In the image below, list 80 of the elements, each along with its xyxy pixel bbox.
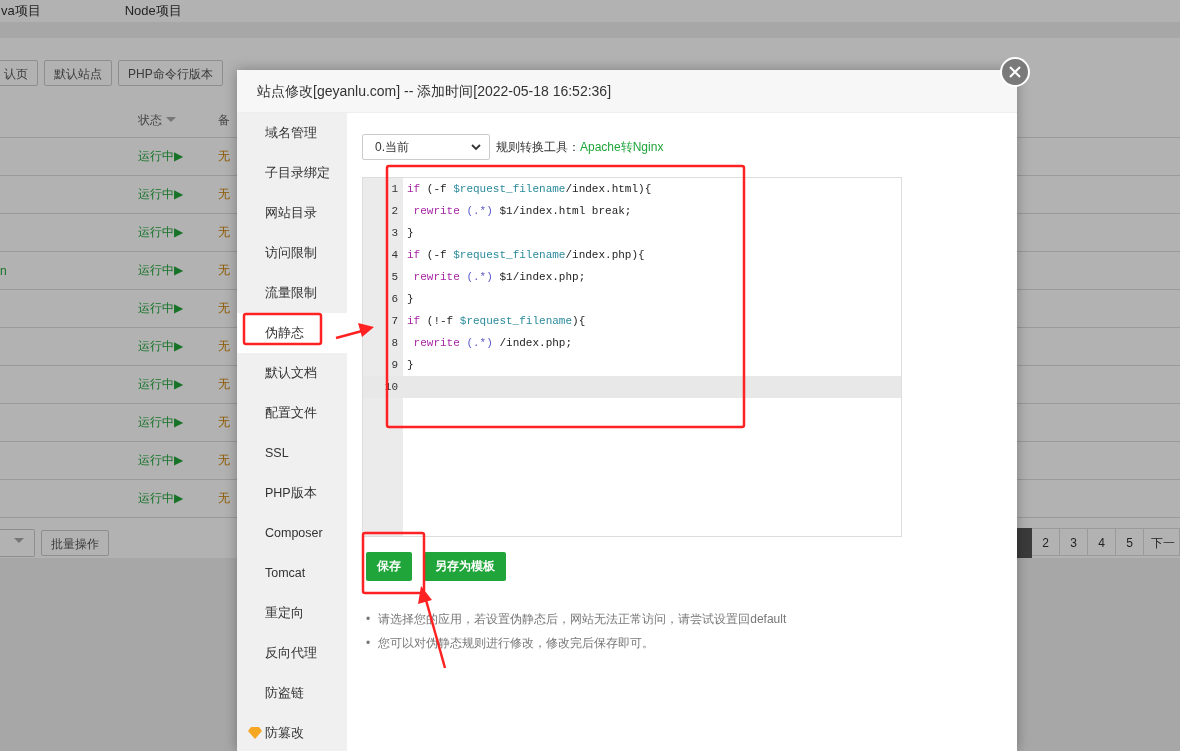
toolbar-button[interactable]: PHP命令行版本 [118,60,223,86]
converter-link[interactable]: Apache转Nginx [580,138,664,156]
status-link[interactable]: 运行中▶ [138,300,184,317]
menu-item[interactable]: Tomcat [237,553,347,593]
backup-link[interactable]: 无 [218,338,230,355]
converter-label: 规则转换工具： [496,138,580,156]
highlight-box [361,531,426,595]
status-link[interactable]: 运行中▶ [138,148,184,165]
code-editor[interactable] [362,177,902,537]
line-number: 2 [390,204,398,219]
toolbar-button[interactable]: 默认站点 [44,60,112,86]
status-link[interactable]: 运行中▶ [138,452,184,469]
line-number: 7 [390,314,398,329]
menu-item[interactable]: 访问限制 [237,233,347,273]
save-button[interactable]: 保存 [366,552,412,581]
page-button[interactable]: 2 [1032,528,1060,556]
column-header: 备 [218,111,231,129]
page-button[interactable]: 3 [1060,528,1088,556]
chevron-down-icon [471,143,481,151]
menu-item[interactable]: 重定向 [237,593,347,633]
status-link[interactable]: 运行中▶ [138,262,184,279]
column-header[interactable]: 状态 [138,111,218,129]
menu-item[interactable]: 防盗链 [237,673,347,713]
menu-item[interactable]: 网站目录 [237,193,347,233]
menu-item[interactable]: 反向代理 [237,633,347,673]
code-line: } [407,292,414,307]
page-button[interactable]: 下一 [1144,528,1180,556]
page-button[interactable]: 5 [1116,528,1144,556]
status-link[interactable]: 运行中▶ [138,414,184,431]
backup-link[interactable]: 无 [218,148,230,165]
save-as-template-button[interactable]: 另存为模板 [424,552,506,581]
code-line: rewrite (.*) /index.php; [412,336,573,351]
menu-item[interactable]: 域名管理 [237,113,347,153]
code-line: if (-f $request_filename/index.php){ [407,248,645,263]
template-select[interactable]: 0.当前 [362,134,490,160]
dialog-title: 站点修改[geyanlu.com] -- 添加时间[2022-05-18 16:52:36] [237,70,1017,113]
toolbar-button[interactable]: 认页 [0,60,38,86]
backup-link[interactable]: 无 [218,300,230,317]
backup-link[interactable]: 无 [218,376,230,393]
code-line: } [407,358,414,373]
backup-link[interactable]: 无 [218,262,230,279]
status-link[interactable]: 运行中▶ [138,186,184,203]
line-number: 6 [390,292,398,307]
menu-item[interactable]: 伪静态 [237,313,347,353]
nav-tab[interactable]: Node项目 [124,3,182,19]
backup-link[interactable]: 无 [218,490,230,507]
page-button[interactable]: 4 [1088,528,1116,556]
code-line: if (-f $request_filename/index.html){ [407,182,652,197]
menu-item[interactable]: PHP版本 [237,473,347,513]
code-line: rewrite (.*) $1/index.html break; [412,204,632,219]
backup-link[interactable]: 无 [218,414,230,431]
batch-button[interactable]: 批量操作 [41,530,109,556]
nav-tab[interactable]: va项目 [1,3,41,19]
menu-item[interactable]: SSL [237,433,347,473]
menu-item[interactable]: 子目录绑定 [237,153,347,193]
code-line: rewrite (.*) $1/index.php; [412,270,586,285]
status-link[interactable]: 运行中▶ [138,376,184,393]
arrow [335,323,374,340]
menu-item[interactable]: 默认文档 [237,353,347,393]
line-number: 3 [390,226,398,241]
code-line: } [407,226,414,241]
status-link[interactable]: 运行中▶ [138,338,184,355]
line-number: 4 [390,248,398,263]
status-link[interactable]: 运行中▶ [138,490,184,507]
line-number: 9 [390,358,398,373]
backup-link[interactable]: 无 [218,452,230,469]
backup-link[interactable]: 无 [218,224,230,241]
status-link[interactable]: 运行中▶ [138,224,184,241]
menu-item[interactable]: Composer [237,513,347,553]
line-number: 8 [390,336,398,351]
bullet-icon: • [366,631,371,655]
menu-item[interactable]: 防篡改 [237,713,347,751]
backup-link[interactable]: 无 [218,186,230,203]
code-line: if (!-f $request_filename){ [407,314,586,329]
bullet-icon: • [366,607,371,631]
line-number: 1 [390,182,398,197]
menu-item[interactable]: 流量限制 [237,273,347,313]
table-cell-text: n [0,263,8,278]
menu-item[interactable]: 配置文件 [237,393,347,433]
line-number: 5 [390,270,398,285]
